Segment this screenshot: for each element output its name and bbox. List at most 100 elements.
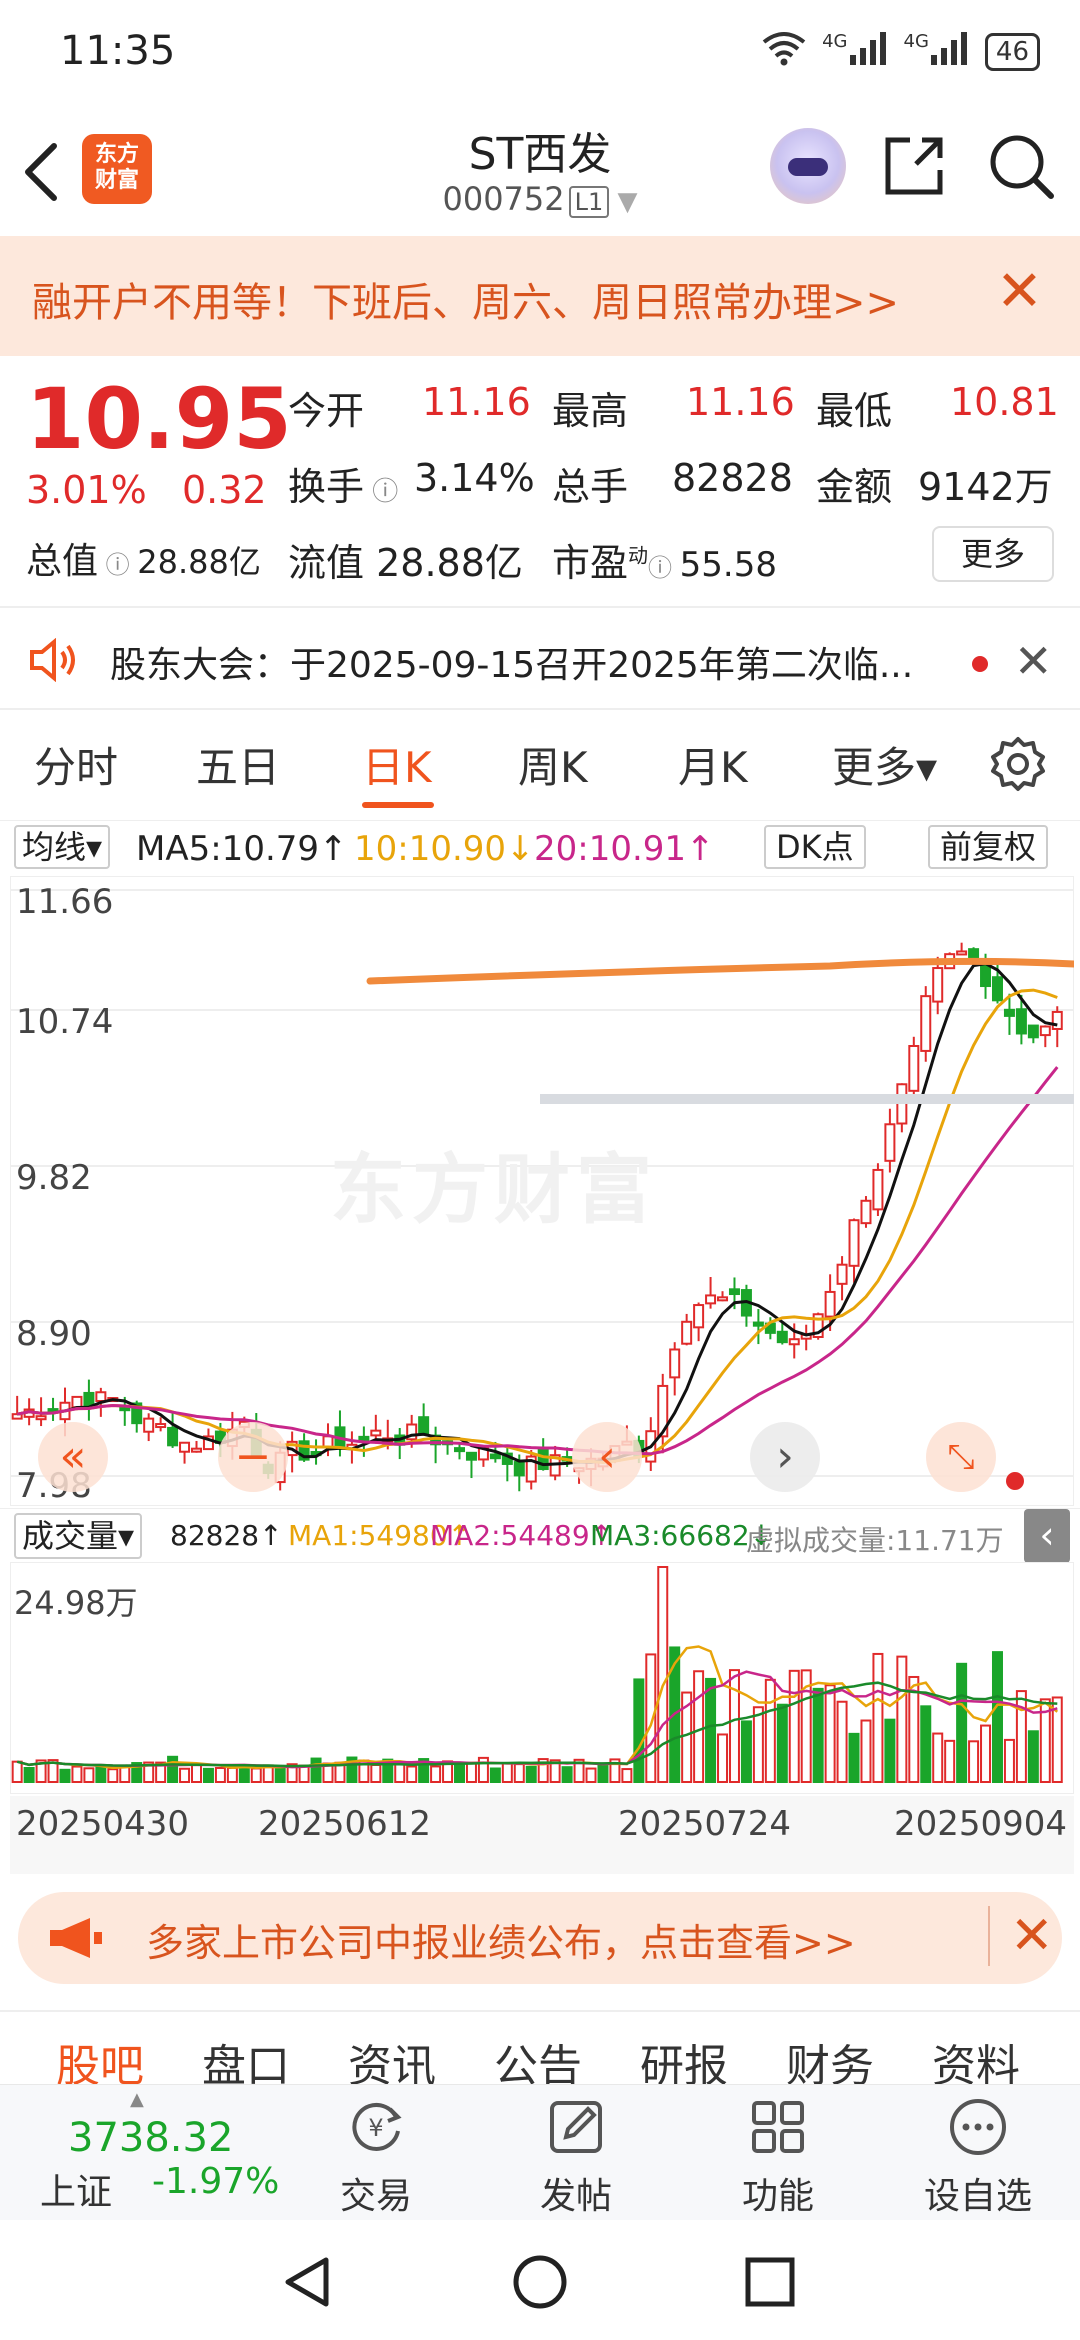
grid-icon — [752, 2101, 804, 2153]
volume-bar — [250, 1767, 262, 1784]
announcement-bar[interactable]: 股东大会：于2025-09-15召开2025年第二次临... ✕ — [0, 606, 1080, 710]
candle-body — [956, 950, 968, 956]
earnings-banner-close-icon[interactable]: ✕ — [988, 1906, 1054, 1966]
index-value[interactable]: 3738.32 — [68, 2115, 233, 2161]
volume-label: 总手 — [552, 465, 629, 509]
date-label-3: 20250724 — [618, 1804, 792, 1844]
info-icon[interactable]: ⓘ — [364, 477, 398, 507]
volume-bar — [370, 1763, 382, 1783]
volume-svg — [9, 1561, 1075, 1795]
chart-period-tabs: 分时 五日 日K 周K 月K 更多▾ — [0, 710, 1080, 820]
system-recents-icon[interactable] — [744, 2256, 796, 2312]
tab-weekly-k[interactable]: 周K — [518, 734, 588, 795]
system-home-icon[interactable] — [512, 2254, 568, 2314]
y-label-max: 11.66 — [16, 882, 114, 922]
volume-bar — [525, 1765, 537, 1784]
turnover-value: 3.14% — [414, 456, 535, 500]
volume-chart[interactable] — [9, 1561, 1075, 1795]
expand-caret-icon[interactable]: ▲ — [130, 2089, 144, 2110]
info-icon[interactable]: ⓘ — [648, 554, 680, 582]
collapse-panel-icon[interactable]: ‹ — [1024, 1509, 1070, 1563]
ma5-value: MA5:10.79↑ — [136, 829, 348, 869]
tab-intraday[interactable]: 分时 — [34, 734, 118, 795]
tab-daily-k[interactable]: 日K — [362, 734, 432, 795]
earnings-banner[interactable]: 多家上市公司中报业绩公布，点击查看>> ✕ — [18, 1892, 1062, 1984]
dk-point-toggle[interactable]: DK点 — [764, 825, 866, 869]
volume-selector[interactable]: 成交量▾ — [14, 1513, 143, 1559]
low-value: 10.81 — [950, 380, 1059, 424]
ai-assistant-icon[interactable] — [770, 128, 846, 204]
candle-body — [752, 1321, 764, 1327]
scroll-left-fast-icon[interactable]: « — [38, 1422, 108, 1492]
volume-bar — [621, 1768, 633, 1783]
ma10-value: 10:10.90↓ — [354, 829, 535, 869]
clock: 11:35 — [60, 28, 176, 74]
scroll-left-icon[interactable]: ‹ — [572, 1422, 642, 1492]
volume-bar — [214, 1766, 226, 1783]
ma-selector[interactable]: 均线▾ — [14, 825, 111, 869]
date-label-4: 20250904 — [894, 1804, 1068, 1844]
fullscreen-icon[interactable]: ⤡ — [926, 1422, 996, 1492]
index-change[interactable]: -1.97% — [152, 2161, 279, 2202]
float-cap: 流值 28.88亿 — [288, 532, 523, 587]
zoom-out-icon[interactable]: − — [218, 1422, 288, 1492]
search-icon[interactable] — [985, 130, 1057, 202]
candle-body — [167, 1426, 179, 1447]
svg-text:¥: ¥ — [368, 2114, 383, 2142]
volume-bar — [740, 1720, 752, 1783]
volume-bar — [585, 1767, 597, 1783]
volume-bar — [836, 1700, 848, 1783]
candle-body — [728, 1288, 740, 1296]
amount-label: 金额 — [816, 465, 893, 509]
volume-bar — [95, 1764, 107, 1783]
earnings-banner-text[interactable]: 多家上市公司中报业绩公布，点击查看>> — [146, 1912, 856, 1967]
scroll-right-icon[interactable]: › — [750, 1422, 820, 1492]
current-price: 10.95 — [26, 370, 292, 468]
volume-bar — [489, 1767, 501, 1784]
volume-bar — [430, 1765, 442, 1784]
volume-bar — [298, 1764, 310, 1783]
promo-close-icon[interactable]: ✕ — [996, 262, 1046, 322]
level-badge: L1 — [568, 186, 610, 218]
candle-body — [991, 976, 1003, 1002]
watermark: 东方财富 — [330, 1145, 658, 1234]
nav-post[interactable]: 发帖 — [506, 2095, 646, 2219]
nav-watchlist[interactable]: 设自选 — [908, 2095, 1048, 2219]
volume-bar — [59, 1768, 71, 1784]
adjust-mode-selector[interactable]: 前复权 — [928, 825, 1049, 869]
candle-body — [776, 1330, 788, 1344]
promo-banner[interactable]: 融开户不用等！下班后、周六、周日照常办理>> ✕ — [0, 236, 1080, 356]
candle-body — [693, 1304, 705, 1329]
tab-more[interactable]: 更多▾ — [832, 734, 937, 795]
float-cap-label: 流值 — [288, 541, 365, 585]
volume-bar — [1015, 1690, 1027, 1783]
trade-icon: ¥ — [352, 2102, 402, 2151]
index-name[interactable]: 上证 — [40, 2163, 112, 2215]
edit-icon — [550, 2101, 602, 2153]
tab-5day[interactable]: 五日 — [196, 734, 280, 795]
announcement-close-icon[interactable]: ✕ — [1014, 634, 1053, 688]
candle-body — [872, 1168, 884, 1211]
latest-marker-dot — [1006, 1472, 1024, 1490]
float-cap-value: 28.88亿 — [376, 541, 523, 585]
promo-banner-text[interactable]: 融开户不用等！下班后、周六、周日照常办理>> — [32, 270, 899, 328]
status-bar: 11:35 4G 4G 46 — [0, 0, 1080, 100]
volume-indicator-bar: 成交量▾ 82828↑ MA1:54980↑ MA2:54489↑ MA3:66… — [0, 1508, 1080, 1563]
nav-function[interactable]: 功能 — [708, 2095, 848, 2219]
candle-body — [370, 1429, 382, 1437]
nav-trade[interactable]: ¥ 交易 — [306, 2095, 446, 2219]
pe-type: 动 — [628, 543, 649, 568]
more-button[interactable]: 更多 — [932, 526, 1054, 582]
candle-body — [968, 948, 980, 960]
tab-monthly-k[interactable]: 月K — [678, 734, 748, 795]
candle-body — [848, 1219, 860, 1267]
share-icon[interactable] — [880, 132, 948, 200]
gear-icon[interactable] — [990, 736, 1046, 792]
app-header: 东方 财富 ST西发 000752 L1 ▼ — [0, 100, 1080, 236]
candle-body — [35, 1415, 47, 1421]
candle-body — [932, 967, 944, 1003]
system-back-icon[interactable] — [282, 2256, 332, 2312]
info-icon[interactable]: ⓘ — [98, 551, 137, 579]
announcement-text[interactable]: 股东大会：于2025-09-15召开2025年第二次临... — [110, 636, 950, 688]
candle-body — [179, 1441, 191, 1453]
